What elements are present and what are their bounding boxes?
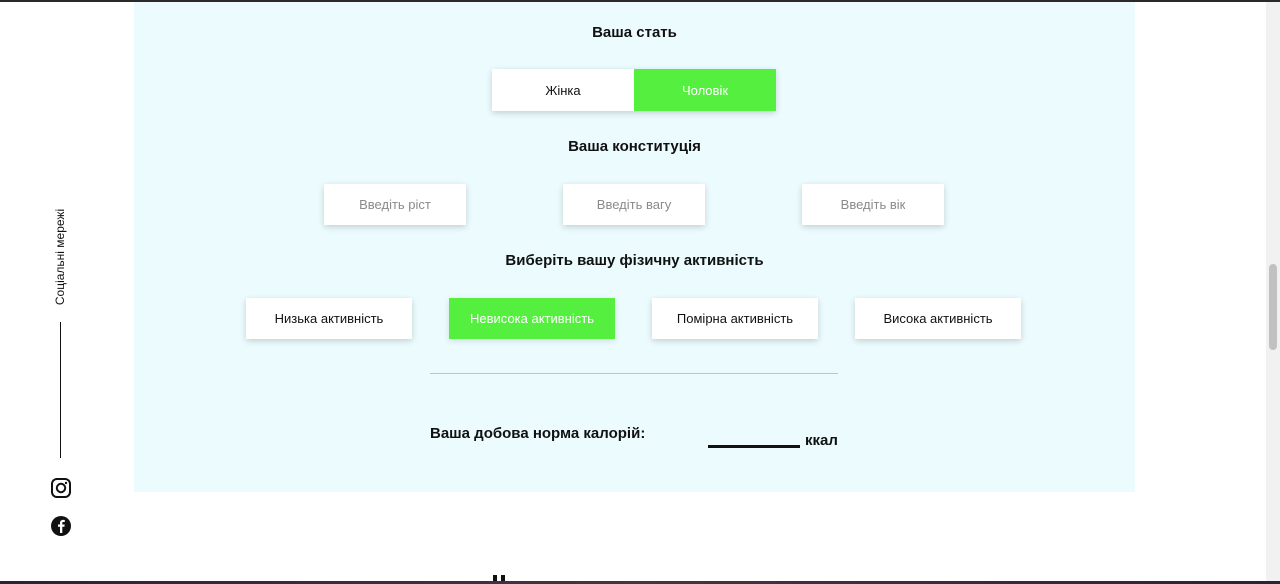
calories-label: Ваша добова норма калорій: bbox=[430, 425, 646, 442]
section-divider bbox=[430, 373, 838, 374]
scrollbar-thumb[interactable] bbox=[1269, 264, 1277, 350]
calories-unit: ккал bbox=[805, 432, 838, 449]
instagram-icon[interactable] bbox=[50, 477, 72, 499]
sex-option-female[interactable]: Жінка bbox=[492, 69, 634, 111]
constitution-heading: Ваша конституція bbox=[568, 138, 701, 155]
activity-low-button[interactable]: Низька активність bbox=[246, 298, 412, 339]
sex-toggle: Жінка Чоловік bbox=[492, 69, 776, 111]
social-divider-line bbox=[60, 322, 61, 458]
activity-light-button[interactable]: Невисока активність bbox=[449, 298, 615, 339]
sex-heading: Ваша стать bbox=[592, 24, 677, 41]
height-input[interactable] bbox=[324, 184, 466, 225]
social-label: Соціальні мережі bbox=[53, 208, 68, 306]
page: Соціальні мережі Ваша стать Жінка Чолові… bbox=[0, 0, 1280, 584]
sex-option-male[interactable]: Чоловік bbox=[634, 69, 776, 111]
scrollbar[interactable] bbox=[1266, 2, 1280, 584]
activity-moderate-button[interactable]: Помірна активність bbox=[652, 298, 818, 339]
activity-high-button[interactable]: Висока активність bbox=[855, 298, 1021, 339]
weight-input[interactable] bbox=[563, 184, 705, 225]
calorie-calculator-panel: Ваша стать Жінка Чоловік Ваша конституці… bbox=[134, 2, 1135, 492]
social-label-container: Соціальні мережі bbox=[22, 202, 98, 312]
activity-heading: Виберіть вашу фізичну активність bbox=[505, 252, 764, 269]
facebook-icon[interactable] bbox=[50, 515, 72, 537]
calories-value bbox=[708, 432, 800, 448]
age-input[interactable] bbox=[802, 184, 944, 225]
